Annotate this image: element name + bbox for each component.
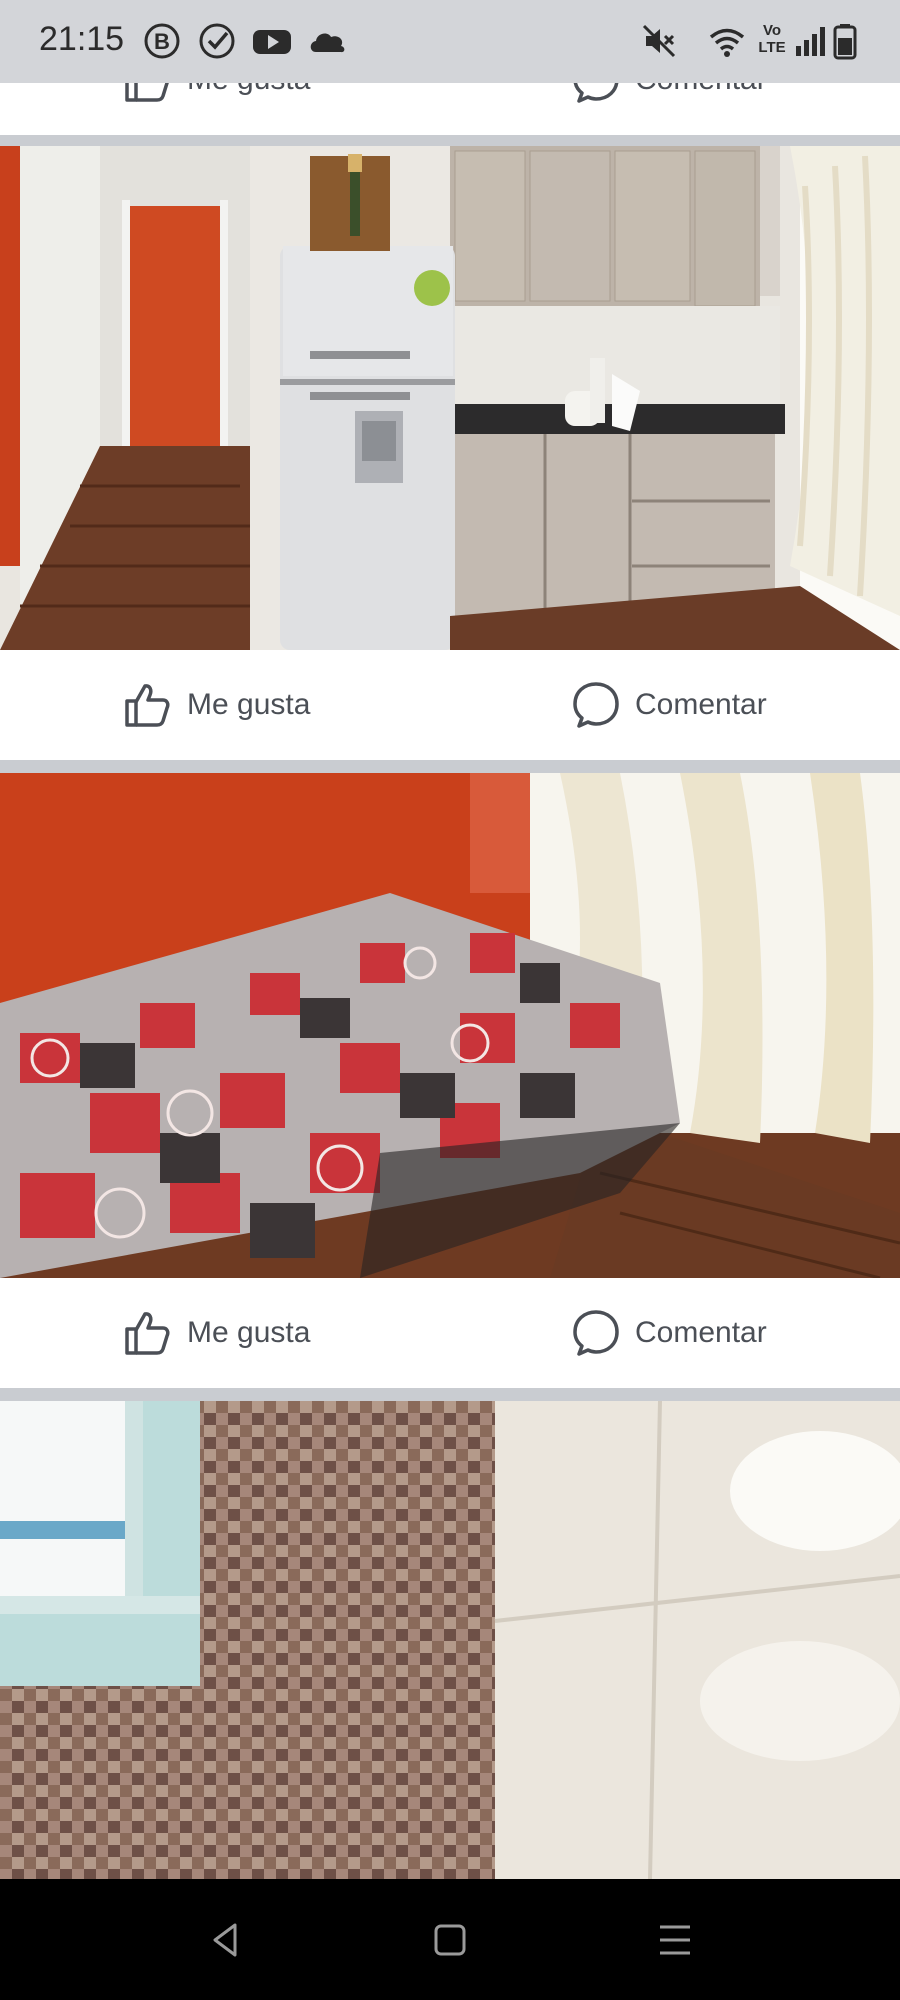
youtube-icon <box>253 30 291 54</box>
like-button[interactable]: Me gusta <box>123 1278 310 1388</box>
status-time: 21:15 <box>39 20 125 58</box>
comment-button[interactable]: Comentar <box>571 83 767 135</box>
like-label: Me gusta <box>187 83 310 97</box>
comment-label: Comentar <box>635 83 767 97</box>
thumbs-up-icon <box>125 684 170 727</box>
comment-label: Comentar <box>635 1316 767 1349</box>
signal-icon <box>796 27 825 56</box>
like-label: Me gusta <box>187 1316 311 1349</box>
action-bar: Me gusta Comentar <box>0 1278 900 1388</box>
comment-icon <box>573 83 619 103</box>
kitchen-photo[interactable] <box>0 146 900 650</box>
thumbs-up-icon <box>125 1312 170 1355</box>
comment-icon <box>573 682 619 728</box>
cloud-icon <box>310 33 345 53</box>
status-bar: 21:15 B Vo LTE <box>0 0 900 83</box>
thumbs-up-icon <box>125 83 169 102</box>
home-icon[interactable] <box>427 1917 473 1963</box>
check-circle-icon <box>199 23 235 59</box>
menu-icon[interactable] <box>652 1917 698 1963</box>
action-bar: Me gusta Comentar <box>0 650 900 760</box>
comment-icon <box>573 1310 619 1356</box>
mute-icon <box>642 24 676 58</box>
like-label: Me gusta <box>187 688 311 721</box>
bedroom-image <box>0 773 900 1278</box>
bathroom-photo[interactable] <box>0 1401 900 1879</box>
volte-label-top: Vo <box>762 22 782 39</box>
nav-bar <box>0 1879 900 2000</box>
bathroom-image <box>0 1401 900 1879</box>
volte-icon: Vo LTE <box>757 22 787 56</box>
wifi-icon <box>709 28 745 57</box>
b-badge-icon: B <box>144 23 180 59</box>
feed[interactable]: Me gusta Comentar Me gusta Comentar <box>0 83 900 1879</box>
like-button[interactable]: Me gusta <box>123 83 310 135</box>
svg-text:B: B <box>154 29 170 54</box>
like-button[interactable]: Me gusta <box>123 650 310 760</box>
action-bar-partial: Me gusta Comentar <box>0 83 900 135</box>
comment-label: Comentar <box>635 688 767 721</box>
comment-button[interactable]: Comentar <box>571 650 767 760</box>
back-icon[interactable] <box>203 1917 249 1963</box>
comment-button[interactable]: Comentar <box>571 1278 767 1388</box>
battery-icon <box>833 24 857 60</box>
volte-label-bottom: LTE <box>758 39 786 56</box>
kitchen-image <box>0 146 900 650</box>
bedroom-photo[interactable] <box>0 773 900 1278</box>
